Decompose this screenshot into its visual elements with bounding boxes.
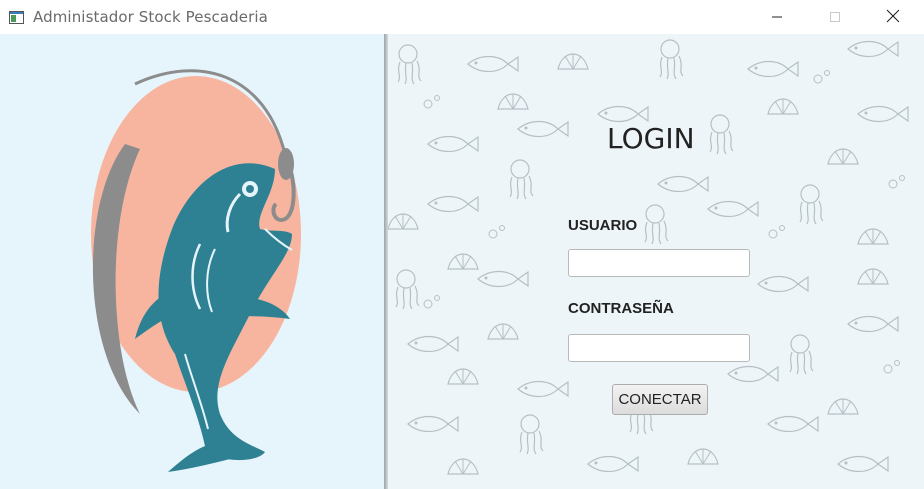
username-label: USUARIO bbox=[568, 217, 638, 234]
password-input[interactable] bbox=[568, 334, 750, 362]
close-icon bbox=[886, 8, 900, 27]
app-window: Administador Stock Pescaderia LOGIN USUA… bbox=[0, 0, 924, 489]
maximize-button[interactable] bbox=[812, 0, 858, 34]
logo-panel bbox=[0, 34, 385, 489]
login-panel: LOGIN USUARIO CONTRASEÑA CONECTAR bbox=[388, 34, 924, 489]
connect-button[interactable]: CONECTAR bbox=[612, 384, 708, 415]
window-app-icon bbox=[9, 9, 24, 24]
close-button[interactable] bbox=[870, 0, 916, 34]
title-bar: Administador Stock Pescaderia bbox=[0, 0, 924, 34]
minimize-icon bbox=[771, 8, 783, 27]
maximize-icon bbox=[829, 8, 841, 27]
username-input[interactable] bbox=[568, 249, 750, 277]
content-area: LOGIN USUARIO CONTRASEÑA CONECTAR bbox=[0, 34, 924, 489]
window-title: Administador Stock Pescaderia bbox=[33, 8, 268, 26]
password-label: CONTRASEÑA bbox=[568, 300, 674, 317]
login-title: LOGIN bbox=[607, 122, 695, 155]
minimize-button[interactable] bbox=[754, 0, 800, 34]
fish-logo-icon bbox=[91, 69, 301, 472]
